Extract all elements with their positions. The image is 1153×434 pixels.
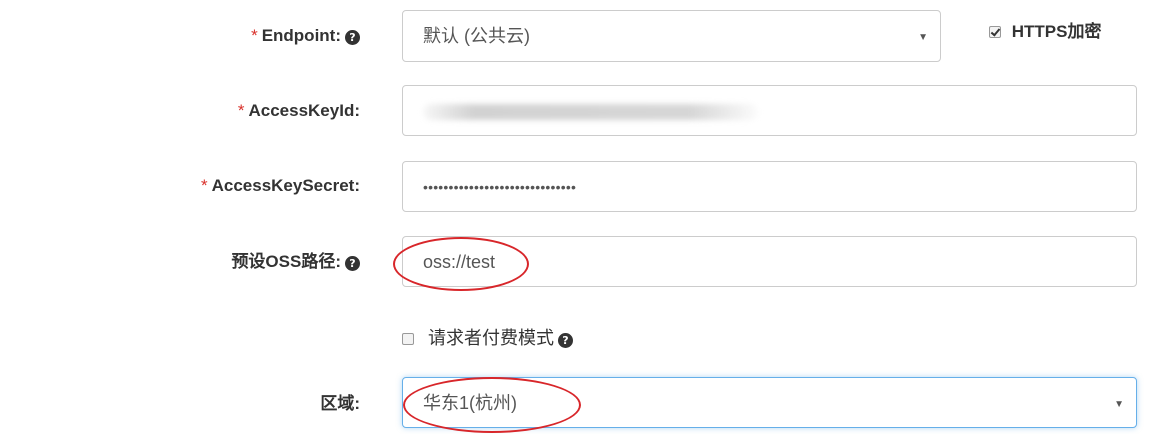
- requester-pays-option[interactable]: 请求者付费模式?: [402, 327, 573, 349]
- question-circle-icon[interactable]: ?: [558, 333, 573, 348]
- access-key-secret-input[interactable]: ••••••••••••••••••••••••••••••: [402, 161, 1137, 212]
- oss-path-input[interactable]: oss://test: [402, 236, 1137, 287]
- access-key-id-label-text: AccessKeyId:: [248, 101, 360, 120]
- access-key-secret-label-text: AccessKeySecret:: [211, 176, 360, 195]
- region-label-text: 区域:: [320, 394, 360, 413]
- https-label: HTTPS加密: [1011, 22, 1102, 41]
- region-selected-value: 华东1(杭州): [423, 393, 517, 413]
- region-label: 区域:: [320, 394, 360, 414]
- oss-path-value: oss://test: [423, 252, 496, 272]
- oss-path-label: 预设OSS路径:?: [231, 252, 360, 272]
- question-circle-icon[interactable]: ?: [345, 30, 360, 45]
- required-mark: *: [237, 101, 245, 120]
- region-select[interactable]: 华东1(杭州) ▼: [402, 377, 1137, 428]
- endpoint-label-text: Endpoint:: [261, 26, 341, 45]
- access-key-id-label: * AccessKeyId:: [238, 101, 360, 121]
- chevron-down-icon: ▼: [918, 32, 928, 43]
- required-mark: *: [251, 26, 258, 45]
- oss-path-label-text: 预设OSS路径:: [231, 252, 341, 271]
- https-checkbox[interactable]: [989, 26, 1001, 38]
- https-option[interactable]: HTTPS加密: [989, 22, 1101, 42]
- access-key-secret-masked-value: ••••••••••••••••••••••••••••••: [423, 179, 577, 195]
- redacted-value: [423, 104, 758, 120]
- endpoint-selected-value: 默认 (公共云): [423, 26, 530, 46]
- access-key-id-input[interactable]: [402, 85, 1137, 136]
- requester-pays-checkbox[interactable]: [402, 333, 414, 345]
- required-mark: *: [200, 176, 208, 195]
- access-key-secret-label: * AccessKeySecret:: [201, 176, 360, 196]
- requester-pays-label: 请求者付费模式: [428, 328, 554, 348]
- chevron-down-icon: ▼: [1114, 399, 1124, 410]
- endpoint-select[interactable]: 默认 (公共云) ▼: [402, 10, 941, 62]
- question-circle-icon[interactable]: ?: [345, 256, 360, 271]
- endpoint-label: * Endpoint:?: [251, 26, 360, 46]
